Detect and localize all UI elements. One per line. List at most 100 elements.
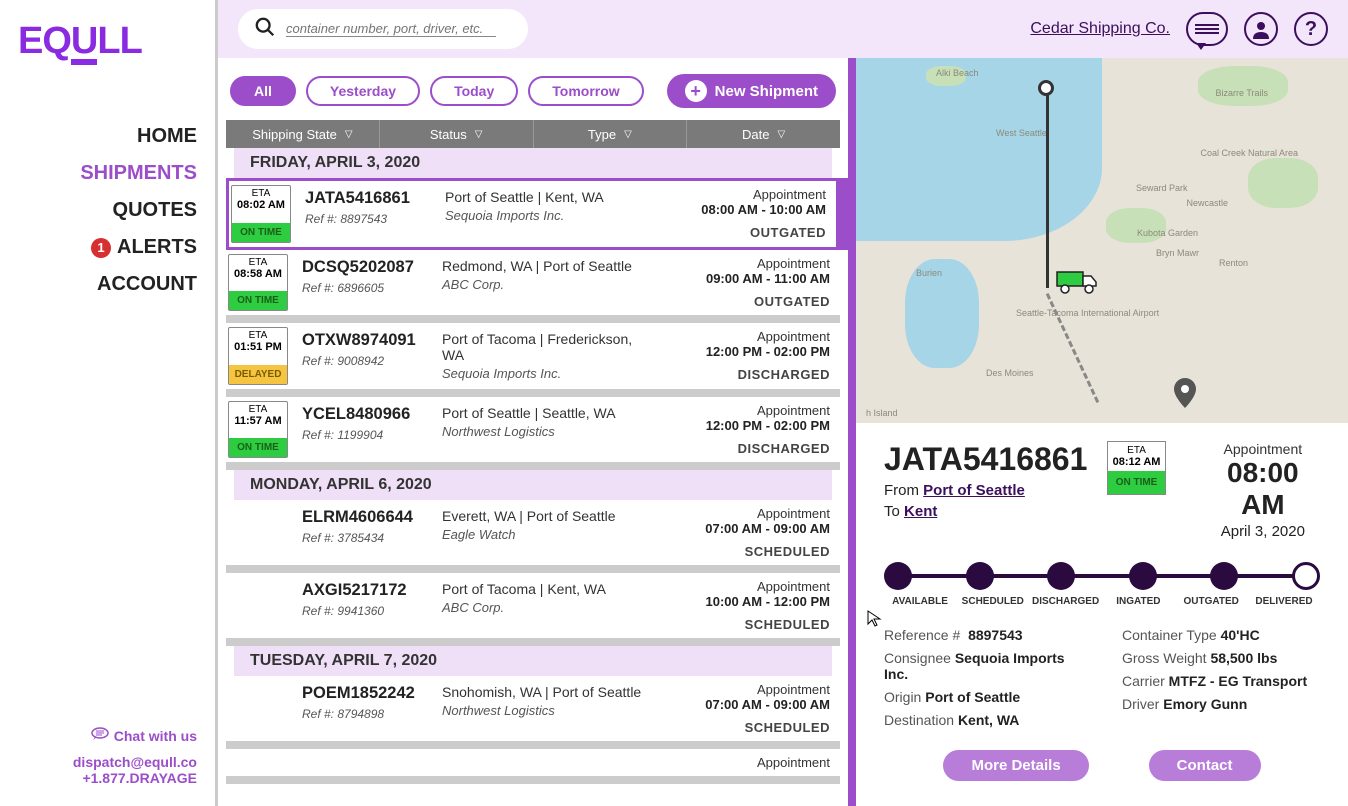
table-row[interactable]: AXGI5217172 Ref #: 9941360 Port of Tacom… [226, 573, 840, 646]
eta-status: ON TIME [232, 223, 290, 242]
contact-button[interactable]: Contact [1149, 750, 1261, 781]
appointment-label: Appointment [680, 403, 830, 418]
table-row[interactable]: ETA08:02 AM ON TIME JATA5416861 Ref #: 8… [226, 178, 848, 250]
nav-alerts[interactable]: 1 ALERTS [91, 236, 197, 259]
appointment-label: Appointment [680, 506, 830, 521]
appointment-label: Appointment [680, 256, 830, 271]
route-text: Port of Seattle | Seattle, WA [442, 405, 656, 421]
table-row[interactable]: ETA11:57 AM ON TIME YCEL8480966 Ref #: 1… [226, 397, 840, 470]
user-icon[interactable] [1244, 12, 1278, 46]
main-area: Cedar Shipping Co. ? All Yesterday Today… [215, 0, 1348, 806]
nav-shipments[interactable]: SHIPMENTS [80, 162, 197, 185]
route-text: Port of Seattle | Kent, WA [445, 189, 652, 205]
eta-box: ETA08:02 AM ON TIME [231, 185, 291, 243]
shipment-id: AXGI5217172 [302, 581, 432, 600]
map-origin-pin-icon [1038, 80, 1054, 96]
route-text: Port of Tacoma | Kent, WA [442, 581, 656, 597]
route-text: Redmond, WA | Port of Seattle [442, 258, 656, 274]
table-row[interactable]: Appointment [226, 749, 840, 784]
table-row[interactable]: ELRM4606644 Ref #: 3785434 Everett, WA |… [226, 500, 840, 573]
contact-phone[interactable]: +1.877.DRAYAGE [18, 770, 197, 786]
filter-yesterday[interactable]: Yesterday [306, 76, 420, 106]
shipment-id: OTXW8974091 [302, 331, 432, 350]
progress-node [884, 562, 912, 590]
filter-all[interactable]: All [230, 76, 296, 106]
chat-icon [91, 727, 109, 744]
route-text: Snohomish, WA | Port of Seattle [442, 684, 656, 700]
reference-number: Ref #: 8794898 [302, 707, 432, 721]
shipment-id: ELRM4606644 [302, 508, 432, 527]
chat-with-us[interactable]: Chat with us [18, 727, 197, 744]
client-name: Northwest Logistics [442, 703, 656, 718]
chevron-down-icon: ▽ [624, 129, 632, 140]
help-icon[interactable]: ? [1294, 12, 1328, 46]
eta-box: ETA01:51 PM DELAYED [228, 327, 288, 385]
shipment-id: POEM1852242 [302, 684, 432, 703]
col-status[interactable]: Status▽ [380, 120, 534, 148]
appointment-time: 08:00 AM [1206, 457, 1320, 521]
col-shipping-state[interactable]: Shipping State▽ [226, 120, 380, 148]
plus-icon: + [685, 80, 707, 102]
detail-to: To Kent [884, 503, 1087, 520]
topbar: Cedar Shipping Co. ? [218, 0, 1348, 58]
info-consignee: Consignee Sequoia Imports Inc. [884, 650, 1082, 682]
nav-home[interactable]: HOME [137, 125, 197, 148]
date-group-header: MONDAY, APRIL 6, 2020 [234, 470, 832, 500]
table-row[interactable]: ETA08:58 AM ON TIME DCSQ5202087 Ref #: 6… [226, 250, 840, 323]
col-date[interactable]: Date▽ [687, 120, 840, 148]
contact-email[interactable]: dispatch@equll.co [18, 754, 197, 770]
shipment-list[interactable]: FRIDAY, APRIL 3, 2020 ETA08:02 AM ON TIM… [218, 148, 848, 796]
messages-icon[interactable] [1186, 12, 1228, 46]
detail-shipment-id: JATA5416861 [884, 441, 1087, 478]
shipment-progress [884, 562, 1320, 590]
map-truck-icon [1056, 268, 1098, 301]
map-destination-pin-icon [1174, 378, 1196, 415]
route-map[interactable]: Alki Beach West Seattle Seward Park Biza… [856, 58, 1348, 423]
info-driver: Driver Emory Gunn [1122, 696, 1320, 712]
eta-status: ON TIME [229, 438, 287, 457]
detail-eta-box: ETA08:12 AM ON TIME [1107, 441, 1165, 495]
filter-today[interactable]: Today [430, 76, 518, 106]
shipment-state: SCHEDULED [680, 544, 830, 559]
info-origin: Origin Port of Seattle [884, 689, 1082, 705]
table-row[interactable]: POEM1852242 Ref #: 8794898 Snohomish, WA… [226, 676, 840, 749]
col-type[interactable]: Type▽ [534, 120, 688, 148]
destination-link[interactable]: Kent [904, 503, 937, 520]
origin-link[interactable]: Port of Seattle [923, 482, 1025, 499]
nav-account[interactable]: ACCOUNT [97, 273, 197, 296]
client-name: ABC Corp. [442, 277, 656, 292]
progress-node [966, 562, 994, 590]
eta-box: ETA11:57 AM ON TIME [228, 401, 288, 458]
more-details-button[interactable]: More Details [943, 750, 1088, 781]
route-text: Everett, WA | Port of Seattle [442, 508, 656, 524]
date-filters: All Yesterday Today Tomorrow + New Shipm… [218, 68, 848, 120]
shipment-state: OUTGATED [680, 294, 830, 309]
table-row[interactable]: ETA01:51 PM DELAYED OTXW8974091 Ref #: 9… [226, 323, 840, 397]
search-icon [254, 16, 276, 43]
filter-tomorrow[interactable]: Tomorrow [528, 76, 643, 106]
reference-number: Ref #: 9941360 [302, 604, 432, 618]
shipment-id: DCSQ5202087 [302, 258, 432, 277]
column-headers: Shipping State▽ Status▽ Type▽ Date▽ [226, 120, 840, 148]
detail-eta-status: ON TIME [1108, 471, 1164, 494]
eta-box: ETA08:58 AM ON TIME [228, 254, 288, 311]
progress-node [1047, 562, 1075, 590]
reference-number: Ref #: 3785434 [302, 531, 432, 545]
appointment-label: Appointment [676, 187, 826, 202]
date-group-header: FRIDAY, APRIL 3, 2020 [234, 148, 832, 178]
info-reference: Reference # 8897543 [884, 627, 1082, 643]
nav-quotes[interactable]: QUOTES [113, 199, 197, 222]
search-box[interactable] [238, 9, 528, 49]
new-shipment-button[interactable]: + New Shipment [667, 74, 836, 108]
appointment-label: Appointment [680, 579, 830, 594]
client-name: Eagle Watch [442, 527, 656, 542]
appointment-window: 09:00 AM - 11:00 AM [680, 271, 830, 286]
appointment-label: Appointment [680, 682, 830, 697]
reference-number: Ref #: 9008942 [302, 354, 432, 368]
sidebar: EQULL HOME SHIPMENTS QUOTES 1 ALERTS ACC… [0, 0, 215, 806]
shipment-id: JATA5416861 [305, 189, 435, 208]
eta-status: ON TIME [229, 291, 287, 310]
client-name: Northwest Logistics [442, 424, 656, 439]
company-link[interactable]: Cedar Shipping Co. [1030, 20, 1170, 38]
search-input[interactable] [286, 21, 496, 37]
